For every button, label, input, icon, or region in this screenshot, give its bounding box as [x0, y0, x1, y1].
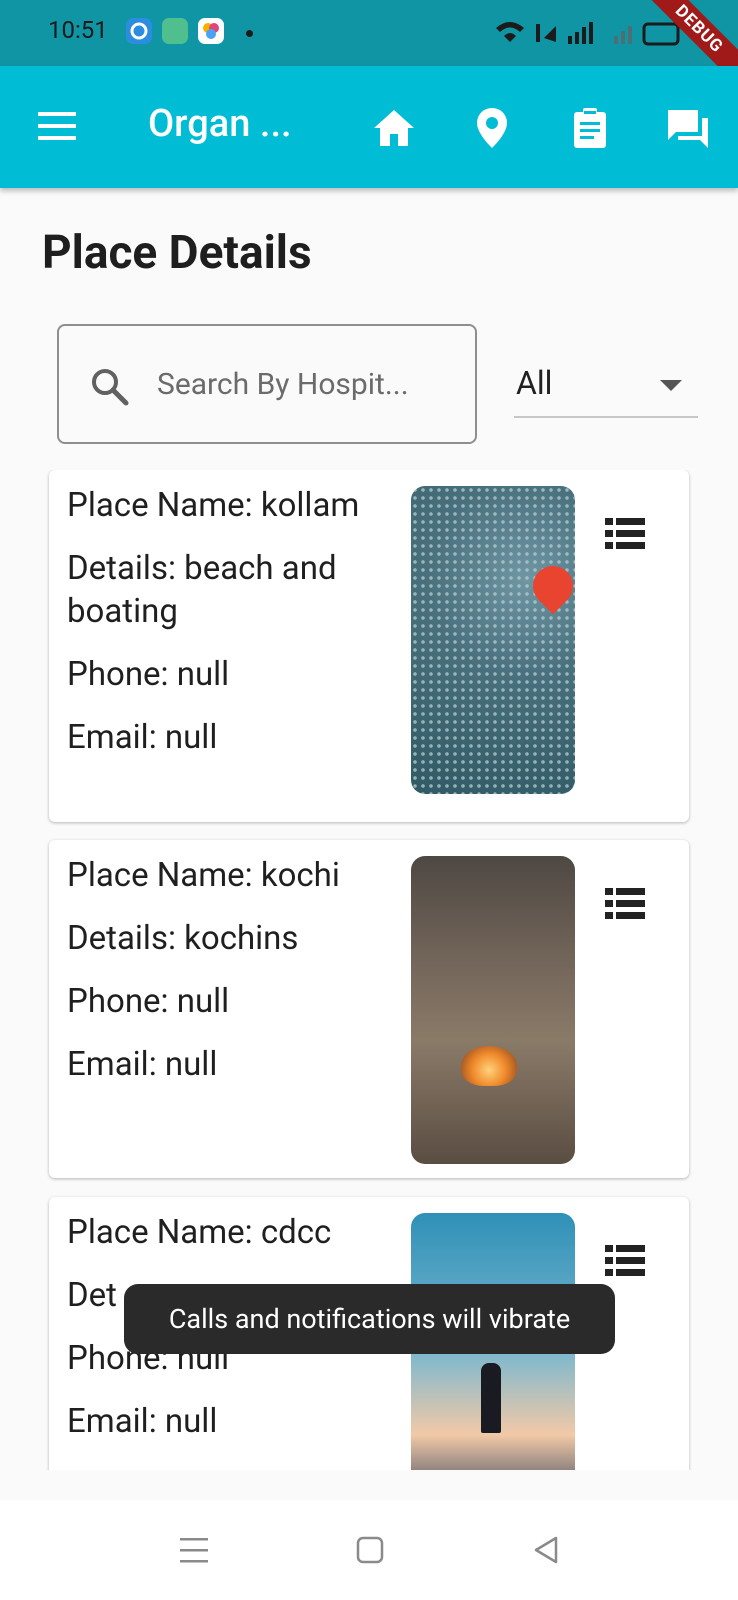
place-card[interactable]: Place Name: kochi Details: kochins Phone… — [49, 840, 689, 1178]
place-email: Email: null — [67, 1402, 218, 1441]
home-nav-icon[interactable] — [350, 1530, 390, 1570]
page-title: Place Details — [42, 226, 312, 280]
place-image — [411, 856, 575, 1164]
campfire-graphic — [461, 1046, 517, 1086]
place-info: Place Name: kochi Details: kochins Phone… — [67, 854, 387, 1106]
more-notifications-dot — [246, 30, 253, 37]
menu-icon[interactable] — [38, 110, 78, 142]
place-card[interactable]: Place Name: kollam Details: beach and bo… — [49, 470, 689, 822]
location-pin-icon[interactable] — [470, 106, 514, 150]
hiker-graphic — [481, 1363, 501, 1433]
place-name: Place Name: kollam — [67, 486, 360, 525]
place-email: Email: null — [67, 718, 218, 757]
status-bar: 10:51 DEBUG — [0, 0, 738, 92]
status-time: 10:51 — [48, 16, 108, 44]
place-email: Email: null — [67, 1045, 218, 1084]
app-title: Organ ... — [148, 102, 292, 146]
app-notification-icon — [162, 18, 188, 44]
system-nav-bar — [0, 1500, 738, 1600]
toast-message: Calls and notifications will vibrate — [124, 1284, 615, 1354]
place-details: Details: beach and boating — [67, 549, 337, 631]
list-view-icon[interactable] — [605, 516, 645, 552]
place-phone: Phone: null — [67, 655, 230, 694]
list-view-icon[interactable] — [605, 886, 645, 922]
filter-selected-value: All — [516, 364, 553, 402]
place-name: Place Name: cdcc — [67, 1213, 332, 1252]
search-icon — [92, 369, 129, 406]
place-name: Place Name: kochi — [67, 856, 340, 895]
chat-icon[interactable] — [666, 106, 710, 150]
home-icon[interactable] — [372, 106, 416, 150]
search-input[interactable] — [157, 356, 457, 412]
place-phone: Phone: null — [67, 982, 230, 1021]
app-notification-icon — [126, 18, 152, 44]
recent-apps-icon[interactable] — [174, 1530, 214, 1570]
search-box[interactable] — [57, 324, 477, 444]
app-bar: Organ ... — [0, 66, 738, 188]
clipboard-icon[interactable] — [568, 106, 612, 150]
place-info: Place Name: kollam Details: beach and bo… — [67, 484, 387, 779]
place-details: Details: kochins — [67, 919, 299, 958]
system-status-icons — [496, 22, 680, 46]
list-view-icon[interactable] — [605, 1243, 645, 1279]
place-image — [411, 486, 575, 794]
filter-dropdown[interactable]: All — [514, 356, 698, 418]
back-icon[interactable] — [526, 1530, 566, 1570]
app-notification-icon — [198, 18, 224, 44]
dropdown-arrow-icon — [660, 380, 682, 391]
